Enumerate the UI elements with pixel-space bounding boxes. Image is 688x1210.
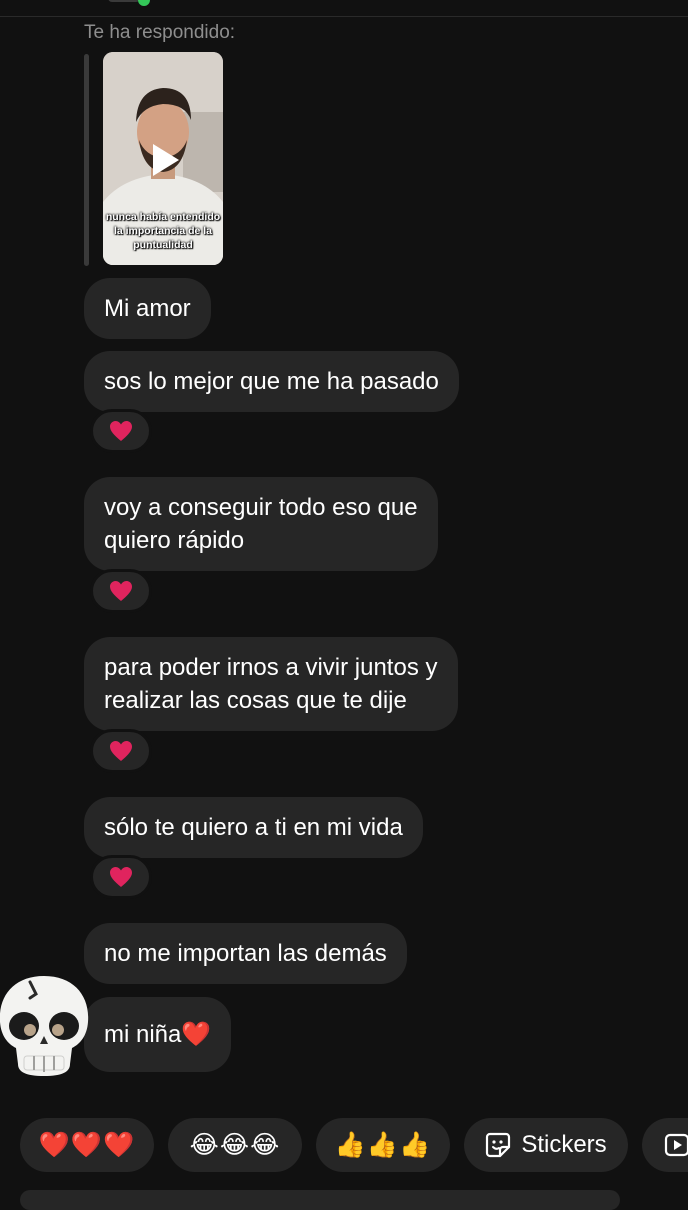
message-bubble[interactable]: para poder irnos a vivir juntos y realiz… [84, 637, 458, 731]
video-caption: nunca había entendido la importancia de … [105, 211, 221, 251]
quick-reply-label: ❤️❤️❤️ [38, 1130, 136, 1159]
heart-reaction[interactable] [90, 409, 152, 453]
message-text: para poder irnos a vivir juntos y realiz… [104, 654, 438, 714]
heart-reaction[interactable] [90, 855, 152, 899]
stickers-label: Stickers [521, 1131, 607, 1158]
video-button[interactable] [642, 1118, 688, 1172]
quick-reply-hearts[interactable]: ❤️❤️❤️ [20, 1118, 154, 1172]
quick-reply-label: 👍👍👍 [334, 1130, 432, 1159]
video-icon [664, 1133, 688, 1157]
quick-reply-laughing[interactable]: 😂😂😂 [168, 1118, 302, 1172]
message-text: mi niña❤️ [104, 1021, 212, 1048]
heart-reaction[interactable] [90, 569, 152, 613]
heart-icon [110, 421, 132, 441]
play-icon[interactable] [149, 142, 181, 178]
heart-icon [110, 741, 132, 761]
stickers-button[interactable]: Stickers [464, 1118, 628, 1172]
message-text: Mi amor [104, 295, 191, 322]
message-bubble[interactable]: sólo te quiero a ti en mi vida [84, 797, 423, 858]
quick-reply-label: 😂😂😂 [189, 1131, 281, 1159]
message-text: sos lo mejor que me ha pasado [104, 368, 439, 395]
message-input-bar[interactable] [20, 1190, 620, 1210]
message-text: sólo te quiero a ti en mi vida [104, 814, 403, 841]
message-bubble[interactable]: Mi amor [84, 278, 211, 339]
message-text: no me importan las demás [104, 940, 387, 967]
message-bubble[interactable]: no me importan las demás [84, 923, 407, 984]
quick-reply-thumbs-up[interactable]: 👍👍👍 [316, 1118, 450, 1172]
heart-icon [110, 581, 132, 601]
message-bubble[interactable]: sos lo mejor que me ha pasado [84, 351, 459, 412]
skull-icon[interactable] [0, 972, 94, 1082]
online-indicator [138, 0, 150, 6]
quick-replies-bar: ❤️❤️❤️ 😂😂😂 👍👍👍 Stickers [0, 1118, 688, 1174]
header-avatar-fragment [108, 0, 152, 6]
sticker-icon [486, 1132, 511, 1158]
reply-label: Te ha respondido: [84, 22, 236, 43]
message-bubble[interactable]: voy a conseguir todo eso que quiero rápi… [84, 477, 438, 571]
message-text: voy a conseguir todo eso que quiero rápi… [104, 494, 418, 554]
top-divider [0, 16, 688, 17]
heart-reaction[interactable] [90, 729, 152, 773]
heart-icon [110, 867, 132, 887]
reply-quote-bar [84, 54, 89, 266]
replied-video-thumbnail[interactable]: nunca había entendido la importancia de … [103, 52, 223, 265]
message-bubble[interactable]: mi niña❤️ [84, 997, 232, 1072]
